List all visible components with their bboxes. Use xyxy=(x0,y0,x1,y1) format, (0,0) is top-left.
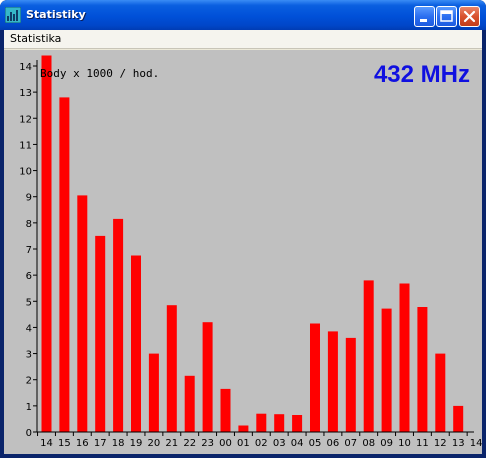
x-tick-label: 00 xyxy=(219,438,232,449)
y-tick-label: 4 xyxy=(26,323,32,334)
y-tick-label: 3 xyxy=(26,350,32,361)
x-tick-label: 13 xyxy=(452,438,465,449)
x-tick-label: 02 xyxy=(255,438,268,449)
bar xyxy=(41,55,52,432)
x-tick-label: 14 xyxy=(40,438,53,449)
x-tick-label: 03 xyxy=(273,438,286,449)
y-tick-label: 1 xyxy=(26,402,32,413)
bar xyxy=(453,405,464,432)
x-tick-label: 21 xyxy=(165,438,178,449)
y-tick-label: 5 xyxy=(26,297,32,308)
statistics-window: Statistiky Statistika 0 1 2 3 4 5 6 7 8 9 10 11 12 xyxy=(0,0,486,458)
close-button[interactable] xyxy=(459,6,480,27)
y-tick-label: 8 xyxy=(26,219,32,230)
bar xyxy=(166,305,177,432)
x-tick-label: 09 xyxy=(380,438,393,449)
bar xyxy=(238,425,249,432)
x-tick-label: 01 xyxy=(237,438,250,449)
y-tick-label: 6 xyxy=(26,271,32,282)
x-tick-label: 12 xyxy=(434,438,447,449)
bar xyxy=(345,337,356,432)
x-tick-label: 17 xyxy=(94,438,107,449)
bar xyxy=(274,414,285,432)
bar xyxy=(202,322,213,432)
x-tick-label: 10 xyxy=(398,438,411,449)
bar xyxy=(148,353,159,432)
bar xyxy=(77,195,88,432)
x-tick-label: 16 xyxy=(76,438,89,449)
minimize-icon xyxy=(420,19,427,22)
x-tick-label: 14 xyxy=(470,438,482,449)
bar xyxy=(131,255,141,432)
bar xyxy=(363,280,374,432)
plot-area: 0 1 2 3 4 5 6 7 8 9 10 11 12 13 14 14 15 16 17 18 19 20 21 22 2… xyxy=(4,50,482,454)
bar xyxy=(310,323,320,432)
y-tick-label: 14 xyxy=(19,62,32,73)
minimize-button[interactable] xyxy=(414,6,435,27)
x-tick-label: 23 xyxy=(201,438,214,449)
x-tick-label: 05 xyxy=(309,438,322,449)
bar xyxy=(435,353,446,432)
bar xyxy=(399,283,410,432)
bar xyxy=(381,308,392,432)
bar-chart: 01234567891011121314 14 15 16 17 18 19 20 21 22 2… xyxy=(4,50,482,454)
y-tick-label: 2 xyxy=(26,376,32,387)
y-tick-label: 13 xyxy=(19,88,32,99)
bar xyxy=(327,331,338,432)
x-tick-label: 08 xyxy=(362,438,375,449)
x-tick-label: 06 xyxy=(327,438,340,449)
bar xyxy=(292,415,303,432)
y-tick-label: 9 xyxy=(26,193,32,204)
bar xyxy=(256,413,267,432)
y-tick-label: 11 xyxy=(19,140,32,151)
bar xyxy=(95,235,106,432)
y-tick-label: 7 xyxy=(26,245,32,256)
x-tick-label: 22 xyxy=(183,438,196,449)
menu-item-statistika[interactable]: Statistika xyxy=(10,32,61,45)
menu-bar: Statistika xyxy=(4,30,482,49)
bar xyxy=(220,388,231,432)
bar xyxy=(184,375,195,432)
maximize-button[interactable] xyxy=(436,6,457,27)
app-icon xyxy=(5,7,21,23)
close-icon xyxy=(463,10,476,23)
window-client-area: Statistika 0 1 2 3 4 5 6 7 8 9 10 11 12 13 14 14 15 16 17… xyxy=(4,30,482,454)
y-tick-label: 12 xyxy=(19,114,32,125)
x-tick-label: 19 xyxy=(130,438,143,449)
y-tick-label: 0 xyxy=(26,428,32,439)
bar xyxy=(417,307,428,432)
x-tick-label: 07 xyxy=(344,438,357,449)
y-axis-unit-label: Body x 1000 / hod. xyxy=(40,67,159,80)
bar xyxy=(59,97,70,433)
x-tick-label: 20 xyxy=(148,438,161,449)
maximize-icon xyxy=(440,10,453,22)
bar xyxy=(113,218,124,432)
x-tick-label: 11 xyxy=(416,438,429,449)
plot-background xyxy=(4,50,482,454)
x-tick-label: 04 xyxy=(291,438,304,449)
y-tick-label: 10 xyxy=(19,167,32,178)
title-bar[interactable]: Statistiky xyxy=(0,0,486,30)
frequency-band-label: 432 MHz xyxy=(374,61,470,88)
x-tick-label: 18 xyxy=(112,438,125,449)
window-title: Statistiky xyxy=(26,8,86,21)
x-tick-label: 15 xyxy=(58,438,71,449)
